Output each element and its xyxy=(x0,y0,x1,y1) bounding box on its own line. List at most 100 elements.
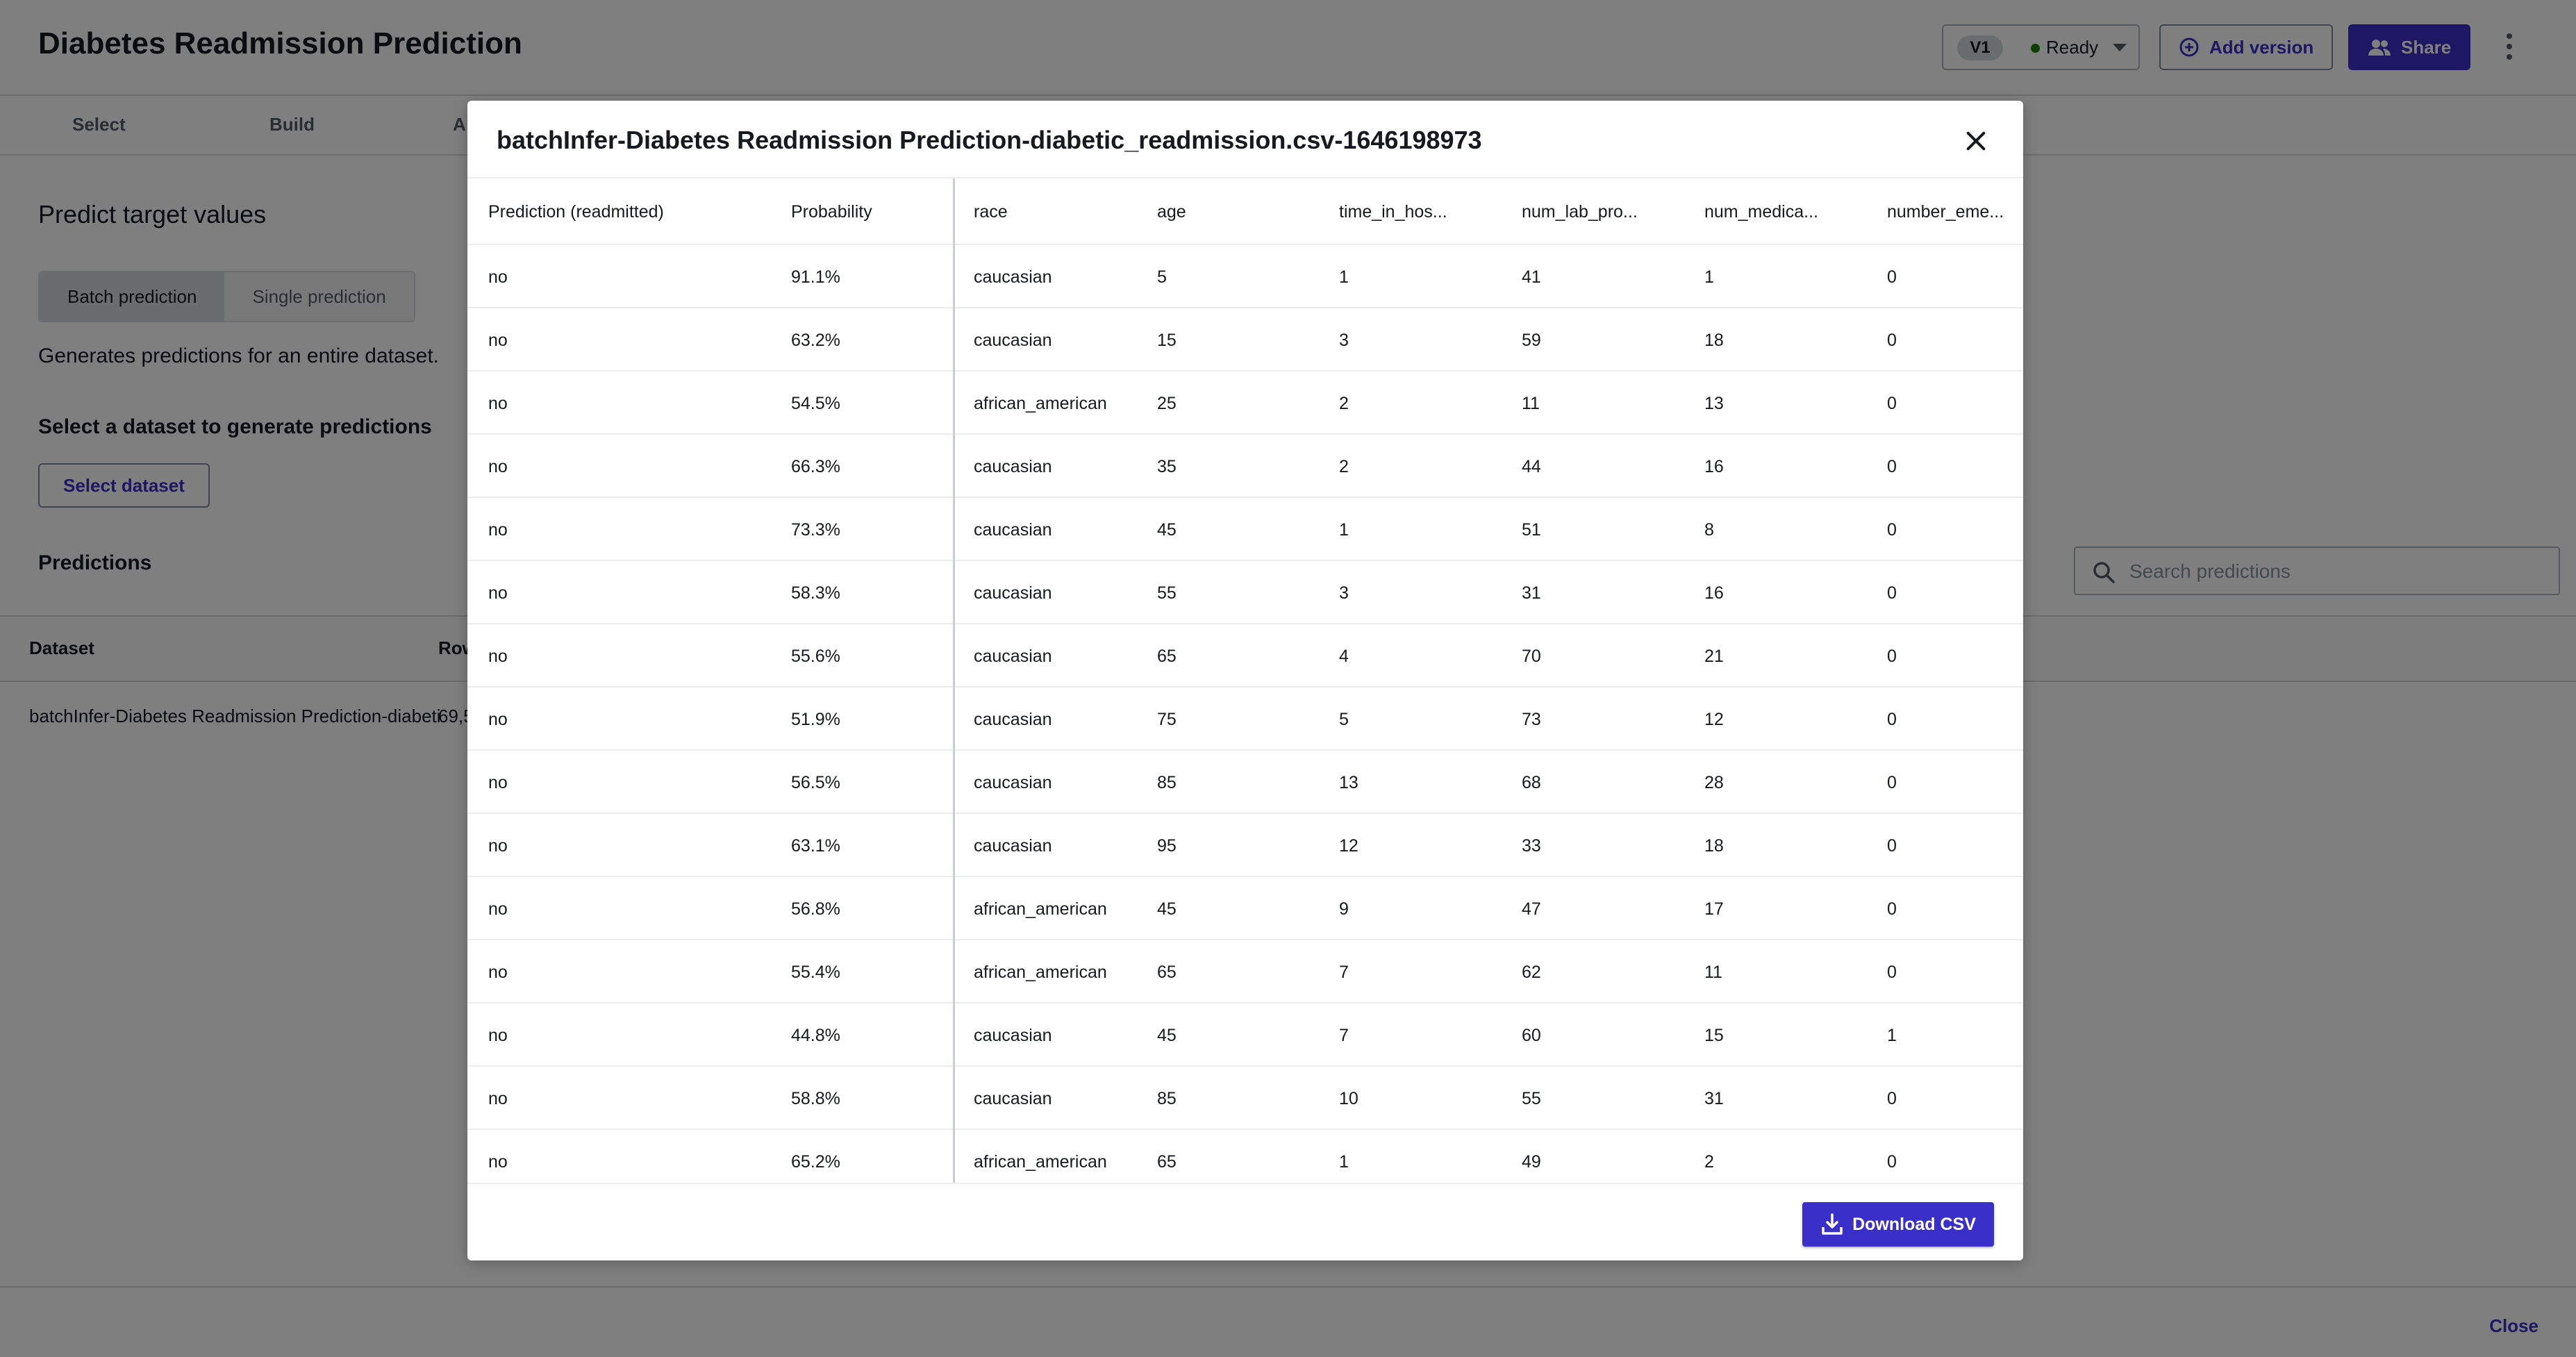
table-row: no 58.3% caucasian 55 3 31 16 0 xyxy=(467,561,2023,624)
table-row: no 63.2% caucasian 15 3 59 18 0 xyxy=(467,308,2023,372)
cell-probability: 73.3% xyxy=(791,520,840,540)
cell-num-medications: 21 xyxy=(1704,647,1724,666)
cell-num-lab-procedures: 44 xyxy=(1522,457,1541,476)
cell-race: caucasian xyxy=(974,1026,1052,1045)
cell-number-emergency: 0 xyxy=(1887,963,1897,982)
cell-number-emergency: 0 xyxy=(1887,1089,1897,1108)
frozen-column-divider xyxy=(953,178,955,1260)
cell-race: caucasian xyxy=(974,710,1052,729)
close-icon[interactable] xyxy=(1962,127,1990,155)
cell-time-in-hospital: 5 xyxy=(1339,710,1349,729)
cell-probability: 56.5% xyxy=(791,773,840,792)
cell-time-in-hospital: 9 xyxy=(1339,899,1349,919)
cell-age: 65 xyxy=(1157,647,1177,666)
cell-prediction: no xyxy=(488,710,508,729)
cell-number-emergency: 0 xyxy=(1887,267,1897,287)
cell-prediction: no xyxy=(488,836,508,856)
cell-num-lab-procedures: 51 xyxy=(1522,520,1541,540)
cell-num-lab-procedures: 73 xyxy=(1522,710,1541,729)
cell-number-emergency: 0 xyxy=(1887,457,1897,476)
cell-age: 45 xyxy=(1157,1026,1177,1045)
grid-header-row: Prediction (readmitted) Probability race ag… xyxy=(467,178,2023,245)
cell-number-emergency: 0 xyxy=(1887,394,1897,413)
cell-num-medications: 1 xyxy=(1704,267,1714,287)
cell-number-emergency: 1 xyxy=(1887,1026,1897,1045)
cell-race: caucasian xyxy=(974,331,1052,350)
cell-age: 35 xyxy=(1157,457,1177,476)
cell-prediction: no xyxy=(488,394,508,413)
table-row: no 56.8% african_american 45 9 47 17 0 xyxy=(467,877,2023,940)
column-header-time-in-hospital[interactable]: time_in_hos... xyxy=(1339,202,1447,222)
column-header-num-medications[interactable]: num_medica... xyxy=(1704,202,1818,222)
cell-probability: 63.2% xyxy=(791,331,840,350)
cell-race: african_american xyxy=(974,963,1107,982)
cell-probability: 56.8% xyxy=(791,899,840,919)
cell-probability: 55.6% xyxy=(791,647,840,666)
cell-probability: 58.8% xyxy=(791,1089,840,1108)
cell-age: 65 xyxy=(1157,963,1177,982)
table-row: no 56.5% caucasian 85 13 68 28 0 xyxy=(467,751,2023,814)
cell-time-in-hospital: 3 xyxy=(1339,583,1349,603)
cell-num-lab-procedures: 55 xyxy=(1522,1089,1541,1108)
cell-race: caucasian xyxy=(974,457,1052,476)
cell-number-emergency: 0 xyxy=(1887,647,1897,666)
cell-num-medications: 18 xyxy=(1704,836,1724,856)
cell-probability: 65.2% xyxy=(791,1152,840,1172)
column-header-number-emergency[interactable]: number_eme... xyxy=(1887,202,2004,222)
cell-probability: 44.8% xyxy=(791,1026,840,1045)
cell-race: caucasian xyxy=(974,836,1052,856)
download-csv-label: Download CSV xyxy=(1852,1214,1976,1234)
cell-race: caucasian xyxy=(974,520,1052,540)
cell-prediction: no xyxy=(488,899,508,919)
cell-num-medications: 15 xyxy=(1704,1026,1724,1045)
table-row: no 63.1% caucasian 95 12 33 18 0 xyxy=(467,814,2023,877)
cell-time-in-hospital: 1 xyxy=(1339,267,1349,287)
cell-probability: 54.5% xyxy=(791,394,840,413)
column-header-race[interactable]: race xyxy=(974,202,1008,222)
table-row: no 73.3% caucasian 45 1 51 8 0 xyxy=(467,498,2023,561)
column-header-age[interactable]: age xyxy=(1157,202,1186,222)
cell-time-in-hospital: 7 xyxy=(1339,963,1349,982)
cell-race: caucasian xyxy=(974,647,1052,666)
cell-probability: 91.1% xyxy=(791,267,840,287)
cell-num-medications: 8 xyxy=(1704,520,1714,540)
download-csv-button[interactable]: Download CSV xyxy=(1802,1202,1994,1247)
cell-age: 85 xyxy=(1157,1089,1177,1108)
cell-time-in-hospital: 4 xyxy=(1339,647,1349,666)
cell-num-lab-procedures: 33 xyxy=(1522,836,1541,856)
cell-time-in-hospital: 1 xyxy=(1339,1152,1349,1172)
cell-race: caucasian xyxy=(974,1089,1052,1108)
cell-age: 45 xyxy=(1157,520,1177,540)
cell-num-lab-procedures: 70 xyxy=(1522,647,1541,666)
cell-num-lab-procedures: 11 xyxy=(1522,394,1540,413)
cell-number-emergency: 0 xyxy=(1887,773,1897,792)
cell-number-emergency: 0 xyxy=(1887,1152,1897,1172)
column-header-num-lab-procedures[interactable]: num_lab_pro... xyxy=(1522,202,1638,222)
cell-num-medications: 18 xyxy=(1704,331,1724,350)
modal-header: batchInfer-Diabetes Readmission Predicti… xyxy=(467,101,2023,178)
cell-time-in-hospital: 12 xyxy=(1339,836,1358,856)
cell-race: african_american xyxy=(974,394,1107,413)
cell-num-medications: 13 xyxy=(1704,394,1724,413)
column-header-probability[interactable]: Probability xyxy=(791,202,872,222)
cell-num-medications: 11 xyxy=(1704,963,1722,982)
cell-num-lab-procedures: 59 xyxy=(1522,331,1541,350)
cell-age: 5 xyxy=(1157,267,1167,287)
cell-time-in-hospital: 10 xyxy=(1339,1089,1358,1108)
cell-age: 65 xyxy=(1157,1152,1177,1172)
cell-num-lab-procedures: 47 xyxy=(1522,899,1541,919)
cell-race: caucasian xyxy=(974,773,1052,792)
cell-num-medications: 31 xyxy=(1704,1089,1724,1108)
cell-number-emergency: 0 xyxy=(1887,836,1897,856)
cell-prediction: no xyxy=(488,963,508,982)
download-icon xyxy=(1822,1213,1843,1235)
cell-num-medications: 28 xyxy=(1704,773,1724,792)
column-header-prediction[interactable]: Prediction (readmitted) xyxy=(488,202,664,222)
cell-number-emergency: 0 xyxy=(1887,331,1897,350)
cell-prediction: no xyxy=(488,331,508,350)
predictions-preview-modal: batchInfer-Diabetes Readmission Predicti… xyxy=(467,101,2023,1260)
cell-race: caucasian xyxy=(974,583,1052,603)
cell-age: 85 xyxy=(1157,773,1177,792)
cell-num-medications: 12 xyxy=(1704,710,1724,729)
cell-race: african_american xyxy=(974,899,1107,919)
